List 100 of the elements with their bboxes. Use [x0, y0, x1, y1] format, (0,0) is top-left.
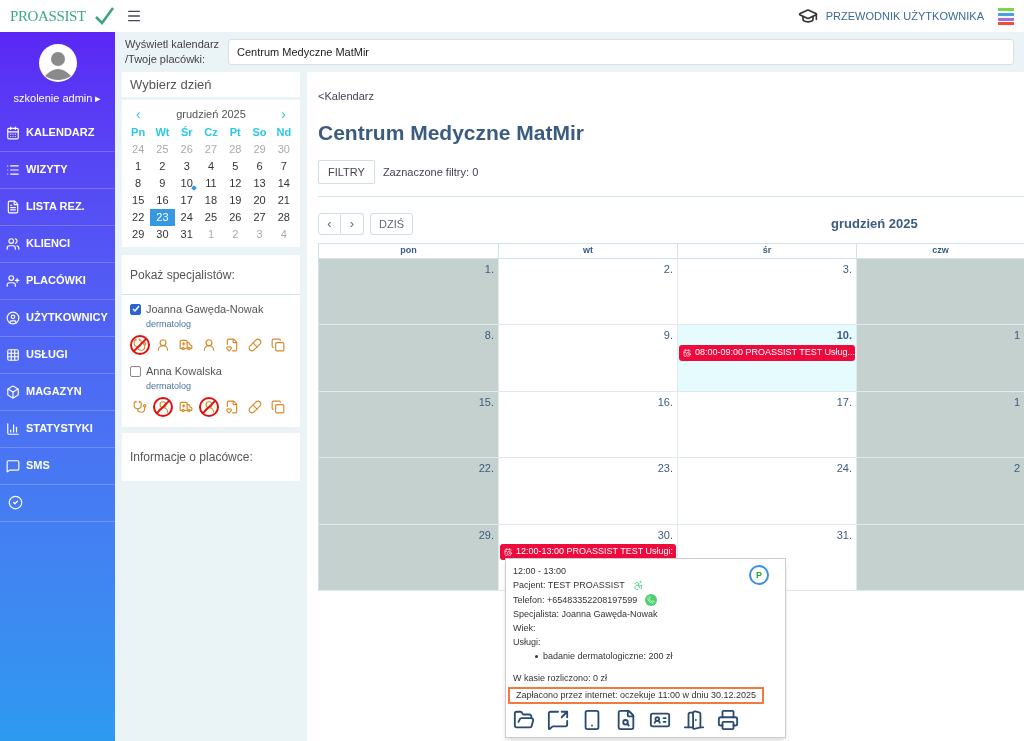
day-cell[interactable]: 9. [499, 325, 678, 392]
today-button[interactable]: DZIŚ [370, 213, 414, 235]
month-label: grudzień 2025 [176, 106, 246, 122]
weekday-label: Pt [228, 125, 242, 140]
service-item: badanie dermatologiczne: 200 zł [543, 651, 673, 662]
day-cell[interactable]: 1. [319, 259, 499, 326]
calendar-day[interactable]: 31 [174, 226, 199, 243]
calendar-day[interactable]: 22 [126, 209, 151, 226]
user-guide-link[interactable]: PRZEWODNIK UŻYTKOWNIKA [825, 7, 984, 25]
calendar-day[interactable]: 27 [247, 209, 272, 226]
weekday-label: Wt [154, 125, 171, 140]
calendar-day[interactable]: 2 [150, 158, 175, 175]
day-number: 1 [1013, 328, 1021, 344]
previous-button[interactable]: ‹ [318, 213, 341, 235]
specialist-text: Specjalista: Joanna Gawęda-Nowak [513, 609, 658, 620]
calendar-day[interactable]: 1 [126, 158, 151, 175]
services-label: Usługi: [513, 637, 541, 648]
page-title: Centrum Medyczne MatMir [318, 119, 586, 146]
popover-badge: P [749, 565, 769, 585]
day-cell[interactable]: 24. [678, 458, 857, 525]
calendar-day[interactable]: 20 [247, 192, 272, 209]
day-cell[interactable]: 1 [857, 391, 1024, 459]
calendar-day[interactable]: 7 [271, 158, 296, 175]
day-number: 31. [836, 527, 853, 543]
day-number: 22. [478, 461, 495, 477]
filters-count: Zaznaczone filtry: 0 [382, 164, 479, 180]
day-cell[interactable]: 2 [857, 458, 1024, 525]
day-cell[interactable]: 22. [319, 458, 499, 525]
filters-button[interactable]: FILTRY [318, 160, 375, 184]
calendar-day[interactable]: 17 [174, 192, 199, 209]
back-link[interactable]: <Kalendarz [318, 88, 1024, 105]
day-cell[interactable]: 2. [499, 259, 678, 326]
calendar-day[interactable]: 8 [126, 175, 151, 192]
calendar-day[interactable]: 14 [271, 175, 296, 192]
patient-text: Pacjent: TEST PROASSIST [513, 580, 625, 591]
day-cell[interactable]: 1 [857, 325, 1024, 392]
calendar-day[interactable]: 15 [126, 192, 151, 209]
calendar-day[interactable]: 4 [198, 158, 224, 175]
location-select[interactable]: Centrum Medyczne MatMir [228, 39, 1014, 65]
day-number: 2. [663, 262, 674, 277]
day-number: 30. [657, 527, 674, 543]
specialist-role: dermatolog [146, 317, 193, 331]
calendar-day[interactable]: 12 [223, 175, 248, 192]
day-number: 1. [484, 262, 495, 277]
next-button[interactable]: › [341, 213, 364, 235]
day-cell[interactable]: 29. [319, 524, 499, 591]
weekday-label: Śr [179, 125, 194, 140]
day-number: 1 [1013, 394, 1021, 410]
calendar-day[interactable]: 25 [198, 209, 224, 226]
calendar-day[interactable]: 5 [223, 158, 248, 175]
paid-text: Zapłacono przez internet: oczekuje 11:00 w dniu 30.12.2025 [508, 687, 764, 704]
day-number: 3. [842, 262, 853, 277]
day-cell[interactable]: 16. [499, 391, 678, 459]
calendar-day[interactable]: 3 [174, 158, 199, 175]
age-text: Wiek: [513, 623, 536, 634]
logo: PROASSIST [10, 6, 86, 26]
day-number: 9. [663, 328, 674, 344]
day-number: 15. [478, 394, 495, 410]
cash-text: W kasie rozliczono: 0 zł [513, 673, 608, 684]
specialist-name: Joanna Gawęda-Nowak [146, 302, 264, 317]
day-cell[interactable]: 3. [678, 259, 857, 326]
weekday-label: Cz [203, 125, 219, 140]
weekday-label: Nd [275, 125, 293, 140]
day-number: 16. [657, 394, 674, 410]
day-number: 17. [836, 394, 853, 410]
day-cell[interactable]: 8. [319, 325, 499, 392]
weekday-label: So [251, 125, 268, 140]
calendar-day[interactable]: 28 [271, 209, 296, 226]
day-number: 10. [836, 328, 853, 344]
day-number: 23. [657, 461, 674, 477]
calendar-day[interactable]: 26 [223, 209, 248, 226]
calendar-day[interactable]: 6 [247, 158, 272, 175]
calendar-month: grudzień 2025 [831, 215, 918, 234]
calendar-day[interactable]: 9 [150, 175, 175, 192]
calendar-day[interactable]: 29 [126, 226, 151, 243]
panel-title: Pokaż specjalistów: [122, 255, 300, 295]
phone-text: Telefon: +65483352208197599 [513, 594, 638, 606]
calendar-day[interactable]: 11 [198, 175, 224, 192]
appointment-time: 12:00 - 13:00 [513, 566, 567, 577]
user-name[interactable]: szkolenie admin ▸ [13, 90, 102, 107]
calendar-day[interactable]: 16 [150, 192, 175, 209]
specialist-name: Anna Kowalska [146, 364, 222, 379]
calendar-day[interactable]: 19 [223, 192, 248, 209]
day-cell[interactable]: 23. [499, 458, 678, 525]
day-cell[interactable]: 15. [319, 391, 499, 459]
weekday-label: Pn [130, 125, 147, 140]
calendar-day[interactable]: 24 [174, 209, 199, 226]
calendar-day[interactable]: 13 [247, 175, 272, 192]
panel-title: Informacje o placówce: [130, 449, 253, 466]
calendar-day[interactable]: 21 [271, 192, 296, 209]
day-number: 8. [484, 328, 495, 344]
panel-title: Wybierz dzień [122, 72, 300, 100]
location-label: Wyświetl kalendarz /Twoje placówki: [125, 37, 220, 67]
event-bar[interactable]: 08:00-09:00 PROASSIST TEST Usług... [679, 344, 855, 361]
day-number: 29. [478, 527, 495, 543]
calendar-day[interactable]: 18 [198, 192, 224, 209]
calendar-day[interactable]: 10 [174, 175, 199, 192]
calendar-day[interactable]: 30 [150, 226, 175, 243]
day-cell[interactable]: 10. 08:00-09:00 PROASSIST TEST Usług... [678, 325, 857, 392]
day-cell[interactable]: 17. [678, 391, 857, 459]
